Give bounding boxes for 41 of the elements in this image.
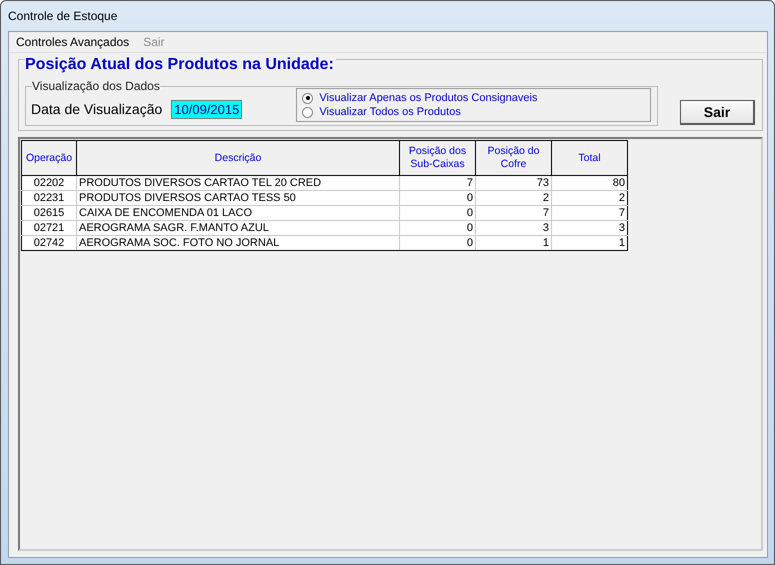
table-cell: 3 (476, 220, 552, 236)
table-cell: 02742 (22, 236, 76, 250)
page-heading: Posição Atual dos Produtos na Unidade: (25, 56, 336, 73)
table-cell: 7 (552, 206, 628, 220)
table-cell: 0 (400, 190, 476, 206)
radio-label[interactable]: Visualizar Apenas os Produtos Consignaveis (319, 92, 538, 104)
table-cell: 1 (552, 236, 628, 250)
exit-button[interactable]: Sair (680, 100, 755, 125)
radio-button[interactable] (302, 106, 314, 118)
table-cell: 2 (552, 190, 628, 206)
date-field[interactable]: 10/09/2015 (171, 100, 242, 118)
table-cell: PRODUTOS DIVERSOS CARTAO TESS 50 (76, 190, 400, 206)
table-cell: 02615 (22, 206, 76, 220)
menu-item[interactable]: Controles Avançados (16, 35, 130, 49)
table-cell: 0 (400, 236, 476, 250)
column-header[interactable]: Posição do Cofre (476, 140, 552, 176)
group-title: Visualização dos Dados (32, 79, 160, 93)
table-cell: 73 (476, 176, 552, 190)
table-cell: 0 (400, 206, 476, 220)
table-cell: 7 (400, 176, 476, 190)
table-cell: AEROGRAMA SAGR. F.MANTO AZUL (76, 220, 400, 236)
table-cell: 02202 (22, 176, 76, 190)
column-header[interactable]: Total (552, 140, 628, 176)
table-cell: 02721 (22, 220, 76, 236)
table-cell: AEROGRAMA SOC. FOTO NO JORNAL (76, 236, 400, 250)
table-cell: 1 (476, 236, 552, 250)
date-label: Data de Visualização (31, 101, 162, 117)
column-header[interactable]: Descrição (76, 140, 400, 176)
radio-label[interactable]: Visualizar Todos os Produtos (319, 106, 461, 118)
table-cell: 0 (400, 220, 476, 236)
table-cell: 7 (476, 206, 552, 220)
radio-button[interactable] (302, 92, 314, 104)
table-cell: 80 (552, 176, 628, 190)
column-header[interactable]: Operação (22, 140, 76, 176)
table-cell: 2 (476, 190, 552, 206)
table-cell: 02231 (22, 190, 76, 206)
column-header[interactable]: Posição dos Sub-Caixas (400, 140, 476, 176)
table-cell: 3 (552, 220, 628, 236)
table-cell: CAIXA DE ENCOMENDA 01 LACO (76, 206, 400, 220)
window-title: Controle de Estoque (8, 9, 118, 23)
table-cell: PRODUTOS DIVERSOS CARTAO TEL 20 CRED (76, 176, 400, 190)
